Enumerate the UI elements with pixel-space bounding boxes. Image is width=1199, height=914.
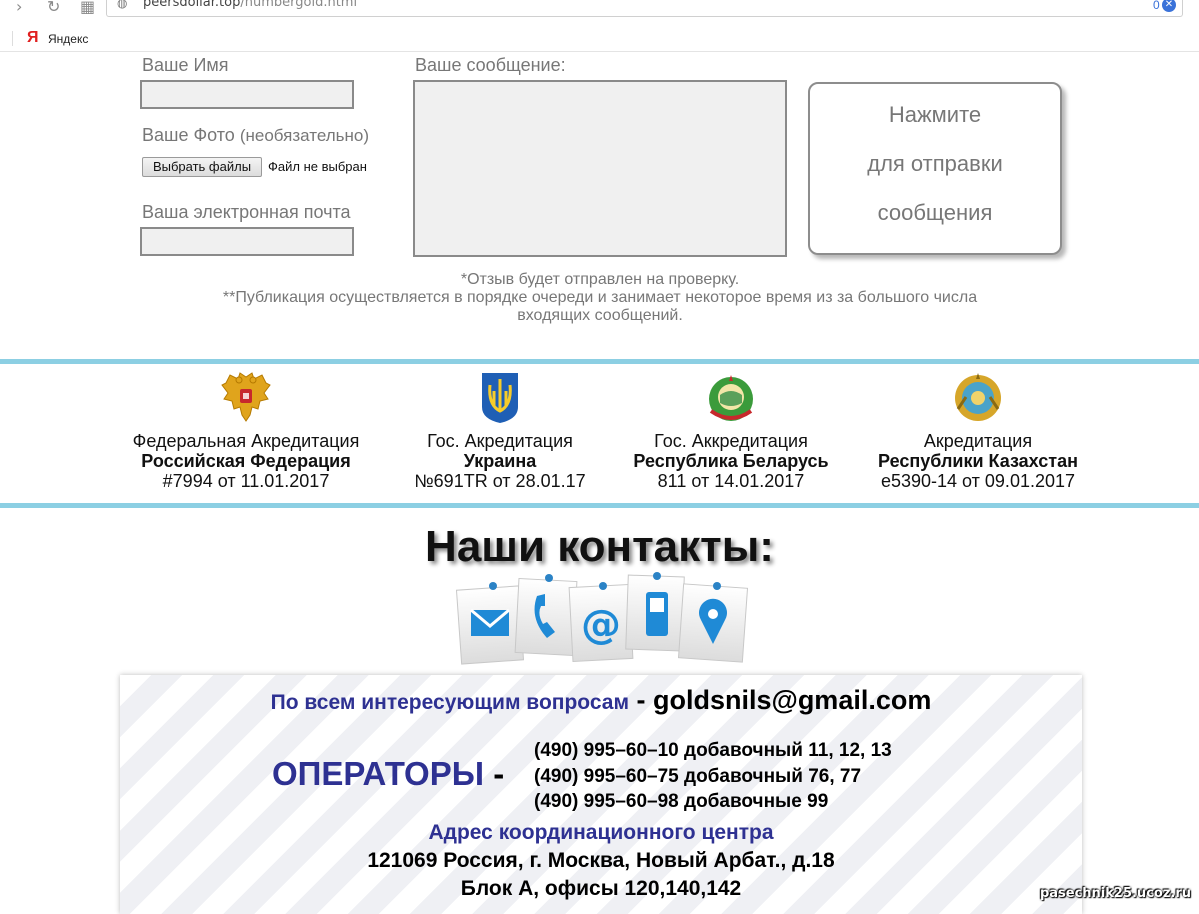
contact-panel: По всем интересующим вопросам - goldsnil… bbox=[120, 675, 1082, 914]
phone-number[interactable]: (490) 995–60–75 добавочный 76, 77 bbox=[534, 764, 892, 790]
accreditation-number: е5390-14 от 09.01.2017 bbox=[880, 471, 1076, 491]
contact-email[interactable]: goldsnils@gmail.com bbox=[653, 685, 931, 715]
yandex-logo-icon[interactable]: Я bbox=[27, 29, 39, 47]
choose-files-button[interactable]: Выбрать файлы bbox=[142, 157, 262, 177]
send-button-line2: для отправки bbox=[867, 151, 1003, 176]
address-line-2: Блок А, офисы 120,140,142 bbox=[460, 877, 742, 900]
browser-toolbar: › ↻ ▦ ◍ peersdollar.top/numbergold.html … bbox=[0, 0, 1199, 17]
bookmarks-divider bbox=[12, 31, 13, 46]
svg-text:@: @ bbox=[581, 602, 621, 648]
forward-icon[interactable]: › bbox=[16, 0, 22, 16]
globe-icon: ◍ bbox=[117, 0, 128, 10]
url-text: peersdollar.top/numbergold.html bbox=[143, 0, 358, 10]
publication-note-cont: входящих сообщений. bbox=[517, 307, 683, 324]
file-status: Файл не выбран bbox=[268, 159, 367, 174]
accreditation-kazakhstan: Акредитация Республики Казахстан е5390-1… bbox=[833, 371, 1123, 491]
contact-icons: @ bbox=[455, 572, 755, 667]
phone-note-icon bbox=[514, 574, 578, 656]
email-row: По всем интересующим вопросам - goldsnil… bbox=[120, 685, 1082, 716]
review-note: *Отзыв будет отправлен на проверку. bbox=[460, 271, 740, 288]
send-button-line3: сообщения bbox=[877, 200, 993, 225]
send-button[interactable]: Нажмите для отправки сообщения bbox=[808, 82, 1062, 255]
phone-list: (490) 995–60–10 добавочный 11, 12, 13 (4… bbox=[534, 738, 892, 815]
accreditation-number: #7994 от 11.01.2017 bbox=[162, 471, 330, 491]
accreditation-country: Российская Федерация bbox=[141, 451, 351, 471]
mail-note-icon bbox=[455, 582, 525, 665]
address-bar[interactable]: ◍ peersdollar.top/numbergold.html bbox=[106, 0, 1183, 17]
contacts-heading: Наши контакты: bbox=[425, 522, 774, 571]
message-textarea[interactable] bbox=[413, 80, 787, 257]
email-label: Ваша электронная почта bbox=[142, 202, 351, 222]
band-bottom-line bbox=[0, 503, 1199, 508]
email-caption: По всем интересующим вопросам bbox=[270, 691, 629, 714]
publication-note: **Публикация осуществляется в порядке оч… bbox=[222, 289, 978, 306]
kazakhstan-emblem-icon bbox=[952, 371, 1004, 425]
message-label: Ваше сообщение: bbox=[415, 55, 566, 75]
belarus-emblem-icon bbox=[705, 371, 757, 425]
bookmarks-bar: Я Яндекс bbox=[0, 27, 1199, 52]
accreditation-russia: Федеральная Акредитация Российская Федер… bbox=[101, 371, 391, 491]
email-dash: - bbox=[628, 685, 653, 715]
phone-number[interactable]: (490) 995–60–98 добавочные 99 bbox=[534, 789, 892, 815]
russia-emblem-icon bbox=[220, 371, 272, 425]
grid-icon[interactable]: ▦ bbox=[80, 0, 95, 16]
name-input[interactable] bbox=[140, 80, 354, 109]
accreditation-title: Акредитация bbox=[923, 431, 1033, 451]
band-top-line bbox=[0, 359, 1199, 364]
extension-count: 0 bbox=[1153, 0, 1160, 12]
reload-icon[interactable]: ↻ bbox=[47, 0, 60, 16]
send-button-line1: Нажмите bbox=[888, 102, 982, 127]
photo-label: Ваше Фото (необязательно) bbox=[142, 125, 370, 145]
email-input[interactable] bbox=[140, 227, 354, 256]
name-label: Ваше Имя bbox=[142, 55, 229, 75]
location-note-icon bbox=[677, 582, 749, 663]
accreditation-country: Республики Казахстан bbox=[878, 451, 1078, 471]
bookmark-yandex[interactable]: Яндекс bbox=[48, 32, 88, 46]
address-line-1: 121069 Россия, г. Москва, Новый Арбат., … bbox=[367, 849, 835, 872]
operators-label: ОПЕРАТОРЫ - bbox=[272, 755, 505, 792]
accreditation-title: Федеральная Акредитация bbox=[132, 431, 360, 451]
watermark: pasechnik25.ucoz.ru bbox=[1039, 886, 1191, 901]
phone-number[interactable]: (490) 995–60–10 добавочный 11, 12, 13 bbox=[534, 738, 892, 764]
address-heading: Адрес координационного центра bbox=[428, 821, 774, 844]
mobile-note-icon bbox=[625, 572, 685, 652]
ukraine-trident-icon bbox=[474, 371, 526, 425]
at-note-icon: @ bbox=[568, 582, 634, 663]
